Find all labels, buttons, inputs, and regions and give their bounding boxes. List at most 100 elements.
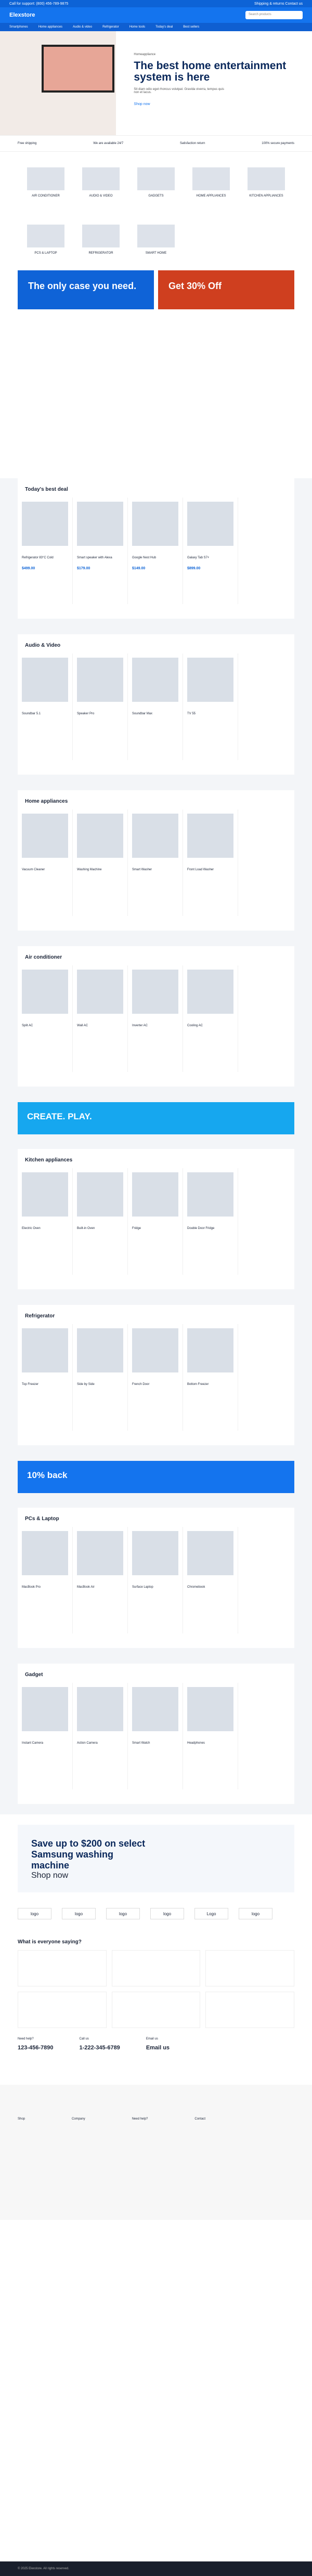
product-card[interactable]: Washing Machine [73,809,128,916]
product-card[interactable]: Split AC [18,965,73,1072]
category-card[interactable]: SMART HOME [128,225,184,255]
product-image [22,970,68,1014]
site-logo[interactable]: Elexstore [9,12,35,18]
cashback-banner[interactable]: 10% back [18,1461,294,1493]
product-card[interactable]: Wall AC [73,965,128,1072]
product-card[interactable]: Fridge [128,1168,183,1275]
product-name: French Door [132,1383,150,1386]
product-image [77,814,123,858]
nav-item[interactable]: Home tools [129,25,145,29]
support-phone: 1-222-345-6789 [79,2045,120,2051]
product-name: Built-in Oven [77,1227,95,1230]
footer-column[interactable]: Need help? [132,2116,148,2123]
brand-logo[interactable]: logo [150,1908,184,1919]
support-item[interactable]: Email us Email us [146,2033,170,2051]
product-name: TV 55 [187,712,196,715]
product-price: $179.00 [77,567,90,570]
product-card[interactable]: Double Door Fridge [183,1168,238,1275]
product-image [77,658,123,702]
product-card[interactable]: Bottom Freezer [183,1324,238,1431]
promo-banner-right[interactable]: Get 30% Off [158,270,294,309]
category-image [27,225,64,247]
section-title: Today's best deal [25,487,68,492]
product-image [132,970,178,1014]
brand-logo[interactable]: logo [239,1908,272,1919]
hero-image [0,31,116,135]
promo-link[interactable]: Shop now [31,1871,281,1880]
footer-column[interactable]: Shop [18,2116,25,2123]
product-card[interactable]: MacBook Pro [18,1527,73,1633]
product-card[interactable]: Inverter AC [128,965,183,1072]
product-card[interactable]: MacBook Air [73,1527,128,1633]
pcs-laptop-section: PCs & Laptop MacBook Pro MacBook Air Sur… [18,1508,294,1648]
top-links[interactable]: Shipping & returns Contact us [254,2,303,6]
product-image [22,814,68,858]
brand-logo[interactable]: logo [106,1908,140,1919]
product-card[interactable]: Vacuum Cleaner [18,809,73,916]
category-card[interactable]: HOME APPLIANCES [184,167,239,198]
air-conditioner-section: Air conditioner Split AC Wall AC Inverte… [18,946,294,1087]
nav-item[interactable]: Audio & video [73,25,92,29]
product-card[interactable]: Cooling AC [183,965,238,1072]
category-card[interactable]: AIR CONDITIONER [18,167,73,198]
brand-logo[interactable]: logo [62,1908,96,1919]
product-card[interactable]: Front Load Washer [183,809,238,916]
product-card[interactable]: Google Nest Hub $149.00 [128,498,183,604]
create-play-banner[interactable]: CREATE. PLAY. [18,1102,294,1134]
product-name: MacBook Pro [22,1586,41,1589]
product-card[interactable]: Top Freezer [18,1324,73,1431]
brand-logo[interactable]: Logo [194,1908,228,1919]
category-image [82,225,120,247]
category-card[interactable]: REFRIGERATOR [73,225,128,255]
category-label: GADGETS [148,194,164,198]
product-card[interactable]: Soundbar 5.1 [18,653,73,760]
product-card[interactable]: Action Camera [73,1683,128,1789]
product-name: Speaker Pro [77,712,95,715]
promo-banner-left[interactable]: The only case you need. [18,270,154,309]
product-card[interactable]: TV 55 [183,653,238,760]
nav-item[interactable]: Best sellers [183,25,199,29]
promo-title: Save up to $200 on select Samsung washin… [31,1838,146,1871]
product-row: Top Freezer Side by Side French Door Bot… [18,1324,294,1431]
nav-item[interactable]: Refrigerator [102,25,119,29]
product-card[interactable]: Galaxy Tab S7+ $899.00 [183,498,238,604]
product-card[interactable]: Built-in Oven [73,1168,128,1275]
product-name: Soundbar Max [132,712,153,715]
product-name: Smart Watch [132,1742,150,1745]
category-card[interactable]: KITCHEN APPLIANCES [239,167,294,198]
product-card[interactable]: French Door [128,1324,183,1431]
site-header: Elexstore Search products [0,7,312,23]
brand-logo[interactable]: logo [18,1908,51,1919]
product-image [22,658,68,702]
category-card[interactable]: GADGETS [128,167,184,198]
product-card[interactable]: Soundbar Max [128,653,183,760]
product-card[interactable]: Instant Camera [18,1683,73,1789]
product-card[interactable]: Side by Side [73,1324,128,1431]
footer-column[interactable]: Company [72,2116,85,2123]
product-card[interactable]: Speaker Pro [73,653,128,760]
product-card[interactable]: Smart speaker with Alexa $179.00 [73,498,128,604]
product-card[interactable]: Refrigerator 83°C Cold $499.00 [18,498,73,604]
product-name: Front Load Washer [187,868,214,871]
product-card[interactable]: Chromebook [183,1527,238,1633]
nav-item[interactable]: Today's deal [155,25,173,29]
nav-item[interactable]: Home appliances [38,25,62,29]
hero-shop-link[interactable]: Shop now [134,102,150,106]
product-card[interactable]: Smart Washer [128,809,183,916]
support-item[interactable]: Need help? 123-456-7890 [18,2033,54,2051]
product-card[interactable]: Surface Laptop [128,1527,183,1633]
nav-item[interactable]: Smartphones [9,25,28,29]
product-name: Washing Machine [77,868,102,871]
review-card [18,1950,107,1986]
footer-column[interactable]: Contact [194,2116,205,2123]
search-input[interactable]: Search products [245,11,303,19]
product-name: Electric Oven [22,1227,41,1230]
product-card[interactable]: Smart Watch [128,1683,183,1789]
topbar: Call for support: (800) 456-789-9875 Shi… [0,0,312,7]
product-card[interactable]: Electric Oven [18,1168,73,1275]
product-name: Vacuum Cleaner [22,868,45,871]
category-card[interactable]: AUDIO & VIDEO [73,167,128,198]
product-card[interactable]: Headphones [183,1683,238,1789]
category-card[interactable]: PCS & LAPTOP [18,225,73,255]
support-item[interactable]: Call us 1-222-345-6789 [80,2033,120,2051]
